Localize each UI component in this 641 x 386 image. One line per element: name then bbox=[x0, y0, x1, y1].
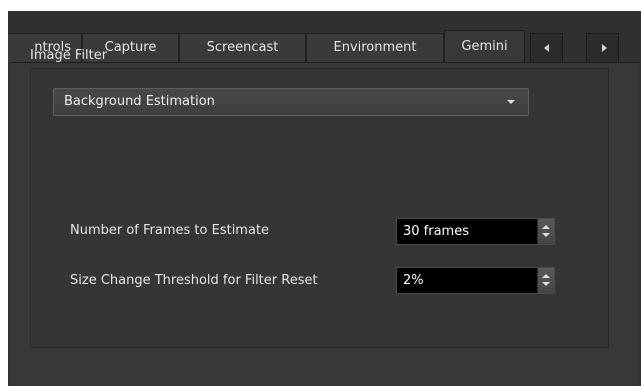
spinbox-value: 2% bbox=[403, 273, 424, 288]
settings-window: ntrols Capture Screencast Environment Ge… bbox=[8, 11, 641, 386]
tab-label: Screencast bbox=[206, 40, 279, 55]
spinbox-buttons bbox=[537, 268, 554, 293]
tab-label: Environment bbox=[333, 40, 417, 55]
tab-scroll-left-button[interactable] bbox=[530, 33, 563, 62]
frames-to-estimate-label: Number of Frames to Estimate bbox=[70, 223, 270, 238]
tab-environment[interactable]: Environment bbox=[306, 33, 444, 62]
triangle-up-icon[interactable] bbox=[542, 225, 550, 229]
spinbox-value: 30 frames bbox=[403, 224, 469, 239]
filter-type-dropdown[interactable]: Background Estimation bbox=[53, 88, 529, 116]
group-title: Image Filter bbox=[30, 48, 108, 63]
size-change-threshold-label: Size Change Threshold for Filter Reset bbox=[70, 273, 318, 288]
tab-label: Gemini bbox=[461, 39, 508, 54]
triangle-right-icon bbox=[602, 44, 607, 52]
triangle-left-icon bbox=[544, 44, 549, 52]
dropdown-selected-value: Background Estimation bbox=[64, 94, 215, 109]
tab-label: Capture bbox=[104, 40, 157, 55]
triangle-down-icon[interactable] bbox=[542, 233, 550, 237]
chevron-down-icon bbox=[507, 100, 515, 104]
triangle-down-icon[interactable] bbox=[542, 282, 550, 286]
tab-scroll-right-button[interactable] bbox=[586, 33, 619, 62]
tab-gemini[interactable]: Gemini bbox=[444, 30, 525, 62]
spinbox-buttons bbox=[537, 219, 554, 244]
tab-screencast[interactable]: Screencast bbox=[179, 33, 306, 62]
frames-to-estimate-spinbox[interactable]: 30 frames bbox=[396, 218, 555, 245]
triangle-up-icon[interactable] bbox=[542, 274, 550, 278]
size-change-threshold-spinbox[interactable]: 2% bbox=[396, 267, 555, 294]
